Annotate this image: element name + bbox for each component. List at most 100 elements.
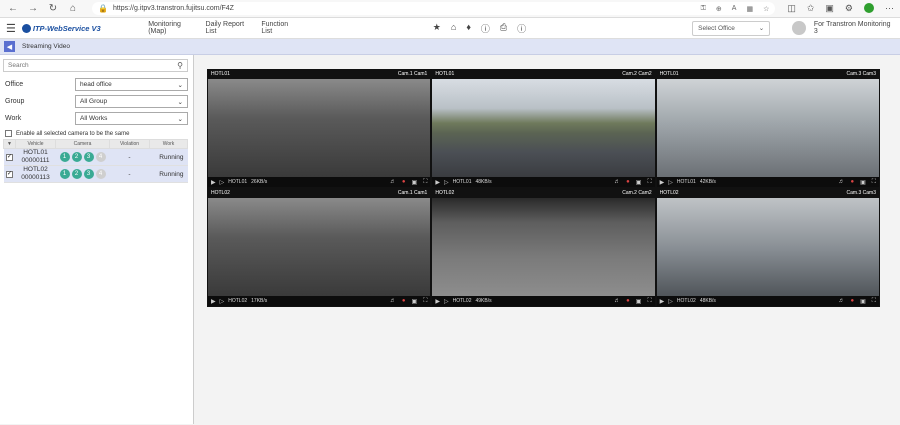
camera-1-button[interactable]: 1: [59, 152, 70, 162]
camera-3-button[interactable]: 3: [83, 152, 94, 162]
fullscreen-icon[interactable]: ⛶: [423, 179, 427, 186]
main-menu: Monitoring (Map) Daily Report List Funct…: [148, 21, 300, 35]
video-tile[interactable]: HOTL01 Cam.1 Cam1 ▶ ▷ HOTL01 26KB/s ♬ ● ▣…: [208, 70, 431, 187]
table-row[interactable]: ✓ HOTL01 00000111 1 2 3 4 - Running: [3, 148, 188, 166]
profile-icon[interactable]: [864, 3, 874, 13]
video-tile[interactable]: HOTL01 Cam.2 Cam2 ▶ ▷ HOTL01 48KB/s ♬ ● ▣…: [432, 70, 655, 187]
table-row[interactable]: ✓ HOTL02 00000113 1 2 3 4 - Running: [3, 165, 188, 183]
home-icon[interactable]: ⌂: [66, 2, 80, 16]
back-icon[interactable]: ◀: [4, 41, 15, 52]
app-icon[interactable]: ▦: [746, 5, 753, 13]
reload-icon[interactable]: ↻: [46, 2, 60, 16]
record-icon[interactable]: ●: [626, 298, 630, 305]
forward-arrow-icon[interactable]: →: [26, 2, 40, 16]
video-frame[interactable]: [432, 79, 655, 177]
snapshot-icon[interactable]: ▣: [860, 298, 866, 305]
fullscreen-icon[interactable]: ⛶: [423, 298, 427, 305]
row-checkbox[interactable]: ✓: [6, 153, 13, 161]
play-icon[interactable]: ▶: [660, 298, 665, 305]
fullscreen-icon[interactable]: ⛶: [872, 179, 876, 186]
menu-daily-report-list[interactable]: Daily Report List: [206, 21, 256, 35]
back-arrow-icon[interactable]: ←: [6, 2, 20, 16]
video-tile[interactable]: HOTL01 Cam.3 Cam3 ▶ ▷ HOTL01 42KB/s ♬ ● ▣…: [656, 70, 879, 187]
menu-function-list[interactable]: Function List: [261, 21, 299, 35]
video-frame[interactable]: [656, 79, 879, 177]
filter-value: All Group: [80, 98, 108, 105]
volume-icon[interactable]: ♬: [614, 179, 620, 186]
menu-monitoring-map[interactable]: Monitoring (Map): [148, 21, 199, 35]
zoom-icon[interactable]: ⊕: [716, 5, 722, 13]
help-icon[interactable]: ⓘ: [481, 22, 490, 35]
play-icon[interactable]: ▶: [211, 179, 216, 186]
step-icon[interactable]: ▷: [668, 298, 673, 305]
search-icon[interactable]: ⚲: [177, 61, 183, 70]
key-icon[interactable]: ⚿: [701, 5, 706, 13]
step-icon[interactable]: ▷: [220, 298, 225, 305]
play-icon[interactable]: ▶: [435, 179, 440, 186]
video-frame[interactable]: [208, 198, 431, 296]
video-frame[interactable]: [208, 79, 431, 177]
camera-3-button[interactable]: 3: [83, 169, 94, 179]
volume-icon[interactable]: ♬: [390, 298, 396, 305]
record-icon[interactable]: ●: [626, 179, 630, 186]
read-aloud-icon[interactable]: A: [732, 5, 737, 13]
video-frame[interactable]: [656, 198, 879, 296]
more-icon[interactable]: ⋯: [885, 3, 894, 14]
search-input[interactable]: [8, 62, 178, 69]
video-frame[interactable]: [432, 198, 655, 296]
hamburger-menu-icon[interactable]: ☰: [6, 22, 16, 35]
camera-1-button[interactable]: 1: [59, 169, 70, 179]
play-icon[interactable]: ▶: [660, 179, 665, 186]
step-icon[interactable]: ▷: [668, 179, 673, 186]
bell-icon[interactable]: ♦: [466, 22, 471, 35]
extensions-icon[interactable]: ⚙: [845, 3, 853, 14]
row-checkbox[interactable]: ✓: [6, 170, 13, 178]
split-screen-icon[interactable]: ◫: [787, 3, 796, 14]
volume-icon[interactable]: ♬: [614, 298, 620, 305]
video-tile[interactable]: HOTL02 Cam.1 Cam1 ▶ ▷ HOTL02 17KB/s ♬ ● ▣…: [208, 189, 431, 306]
snapshot-icon[interactable]: ▣: [636, 298, 642, 305]
volume-icon[interactable]: ♬: [838, 298, 844, 305]
avatar[interactable]: [792, 21, 806, 35]
play-icon[interactable]: ▶: [435, 298, 440, 305]
video-tile[interactable]: HOTL02 Cam.2 Cam2 ▶ ▷ HOTL02 49KB/s ♬ ● ▣…: [432, 189, 655, 306]
snapshot-icon[interactable]: ▣: [860, 179, 866, 186]
volume-icon[interactable]: ♬: [838, 179, 844, 186]
volume-icon[interactable]: ♬: [390, 179, 396, 186]
step-icon[interactable]: ▷: [444, 298, 449, 305]
filter-icon[interactable]: ▼: [3, 139, 16, 149]
app-logo[interactable]: ITP-WebService V3: [21, 23, 148, 33]
home-icon[interactable]: ⌂: [451, 22, 456, 35]
favorites-icon[interactable]: ✩: [807, 3, 815, 14]
camera-4-button[interactable]: 4: [95, 169, 106, 179]
record-icon[interactable]: ●: [850, 298, 854, 305]
work-filter-select[interactable]: All Works ⌄: [75, 112, 188, 125]
record-icon[interactable]: ●: [402, 298, 406, 305]
user-name[interactable]: For Transtron Monitoring 3: [814, 21, 894, 35]
record-icon[interactable]: ●: [850, 179, 854, 186]
camera-2-button[interactable]: 2: [71, 152, 82, 162]
same-camera-checkbox[interactable]: [5, 130, 12, 137]
step-icon[interactable]: ▷: [220, 179, 225, 186]
snapshot-icon[interactable]: ▣: [636, 179, 642, 186]
info-icon[interactable]: ⓘ: [517, 22, 526, 35]
print-icon[interactable]: ⎙: [500, 22, 507, 35]
collections-icon[interactable]: ▣: [825, 3, 834, 14]
snapshot-icon[interactable]: ▣: [411, 298, 417, 305]
record-icon[interactable]: ●: [402, 179, 406, 186]
fullscreen-icon[interactable]: ⛶: [872, 298, 876, 305]
star-icon[interactable]: ★: [433, 22, 441, 35]
snapshot-icon[interactable]: ▣: [411, 179, 417, 186]
camera-2-button[interactable]: 2: [71, 169, 82, 179]
camera-4-button[interactable]: 4: [95, 152, 106, 162]
group-filter-select[interactable]: All Group ⌄: [75, 95, 188, 108]
office-filter-select[interactable]: head office ⌄: [75, 78, 188, 91]
address-bar[interactable]: 🔒 https://g.itpv3.transtron.fujitsu.com/…: [92, 2, 776, 15]
office-select[interactable]: Select Office ⌄: [692, 20, 771, 36]
play-icon[interactable]: ▶: [211, 298, 216, 305]
step-icon[interactable]: ▷: [444, 179, 449, 186]
fullscreen-icon[interactable]: ⛶: [647, 179, 651, 186]
favorite-star-icon[interactable]: ☆: [763, 5, 769, 13]
video-tile[interactable]: HOTL02 Cam.3 Cam3 ▶ ▷ HOTL02 48KB/s ♬ ● ▣…: [656, 189, 879, 306]
fullscreen-icon[interactable]: ⛶: [647, 298, 651, 305]
